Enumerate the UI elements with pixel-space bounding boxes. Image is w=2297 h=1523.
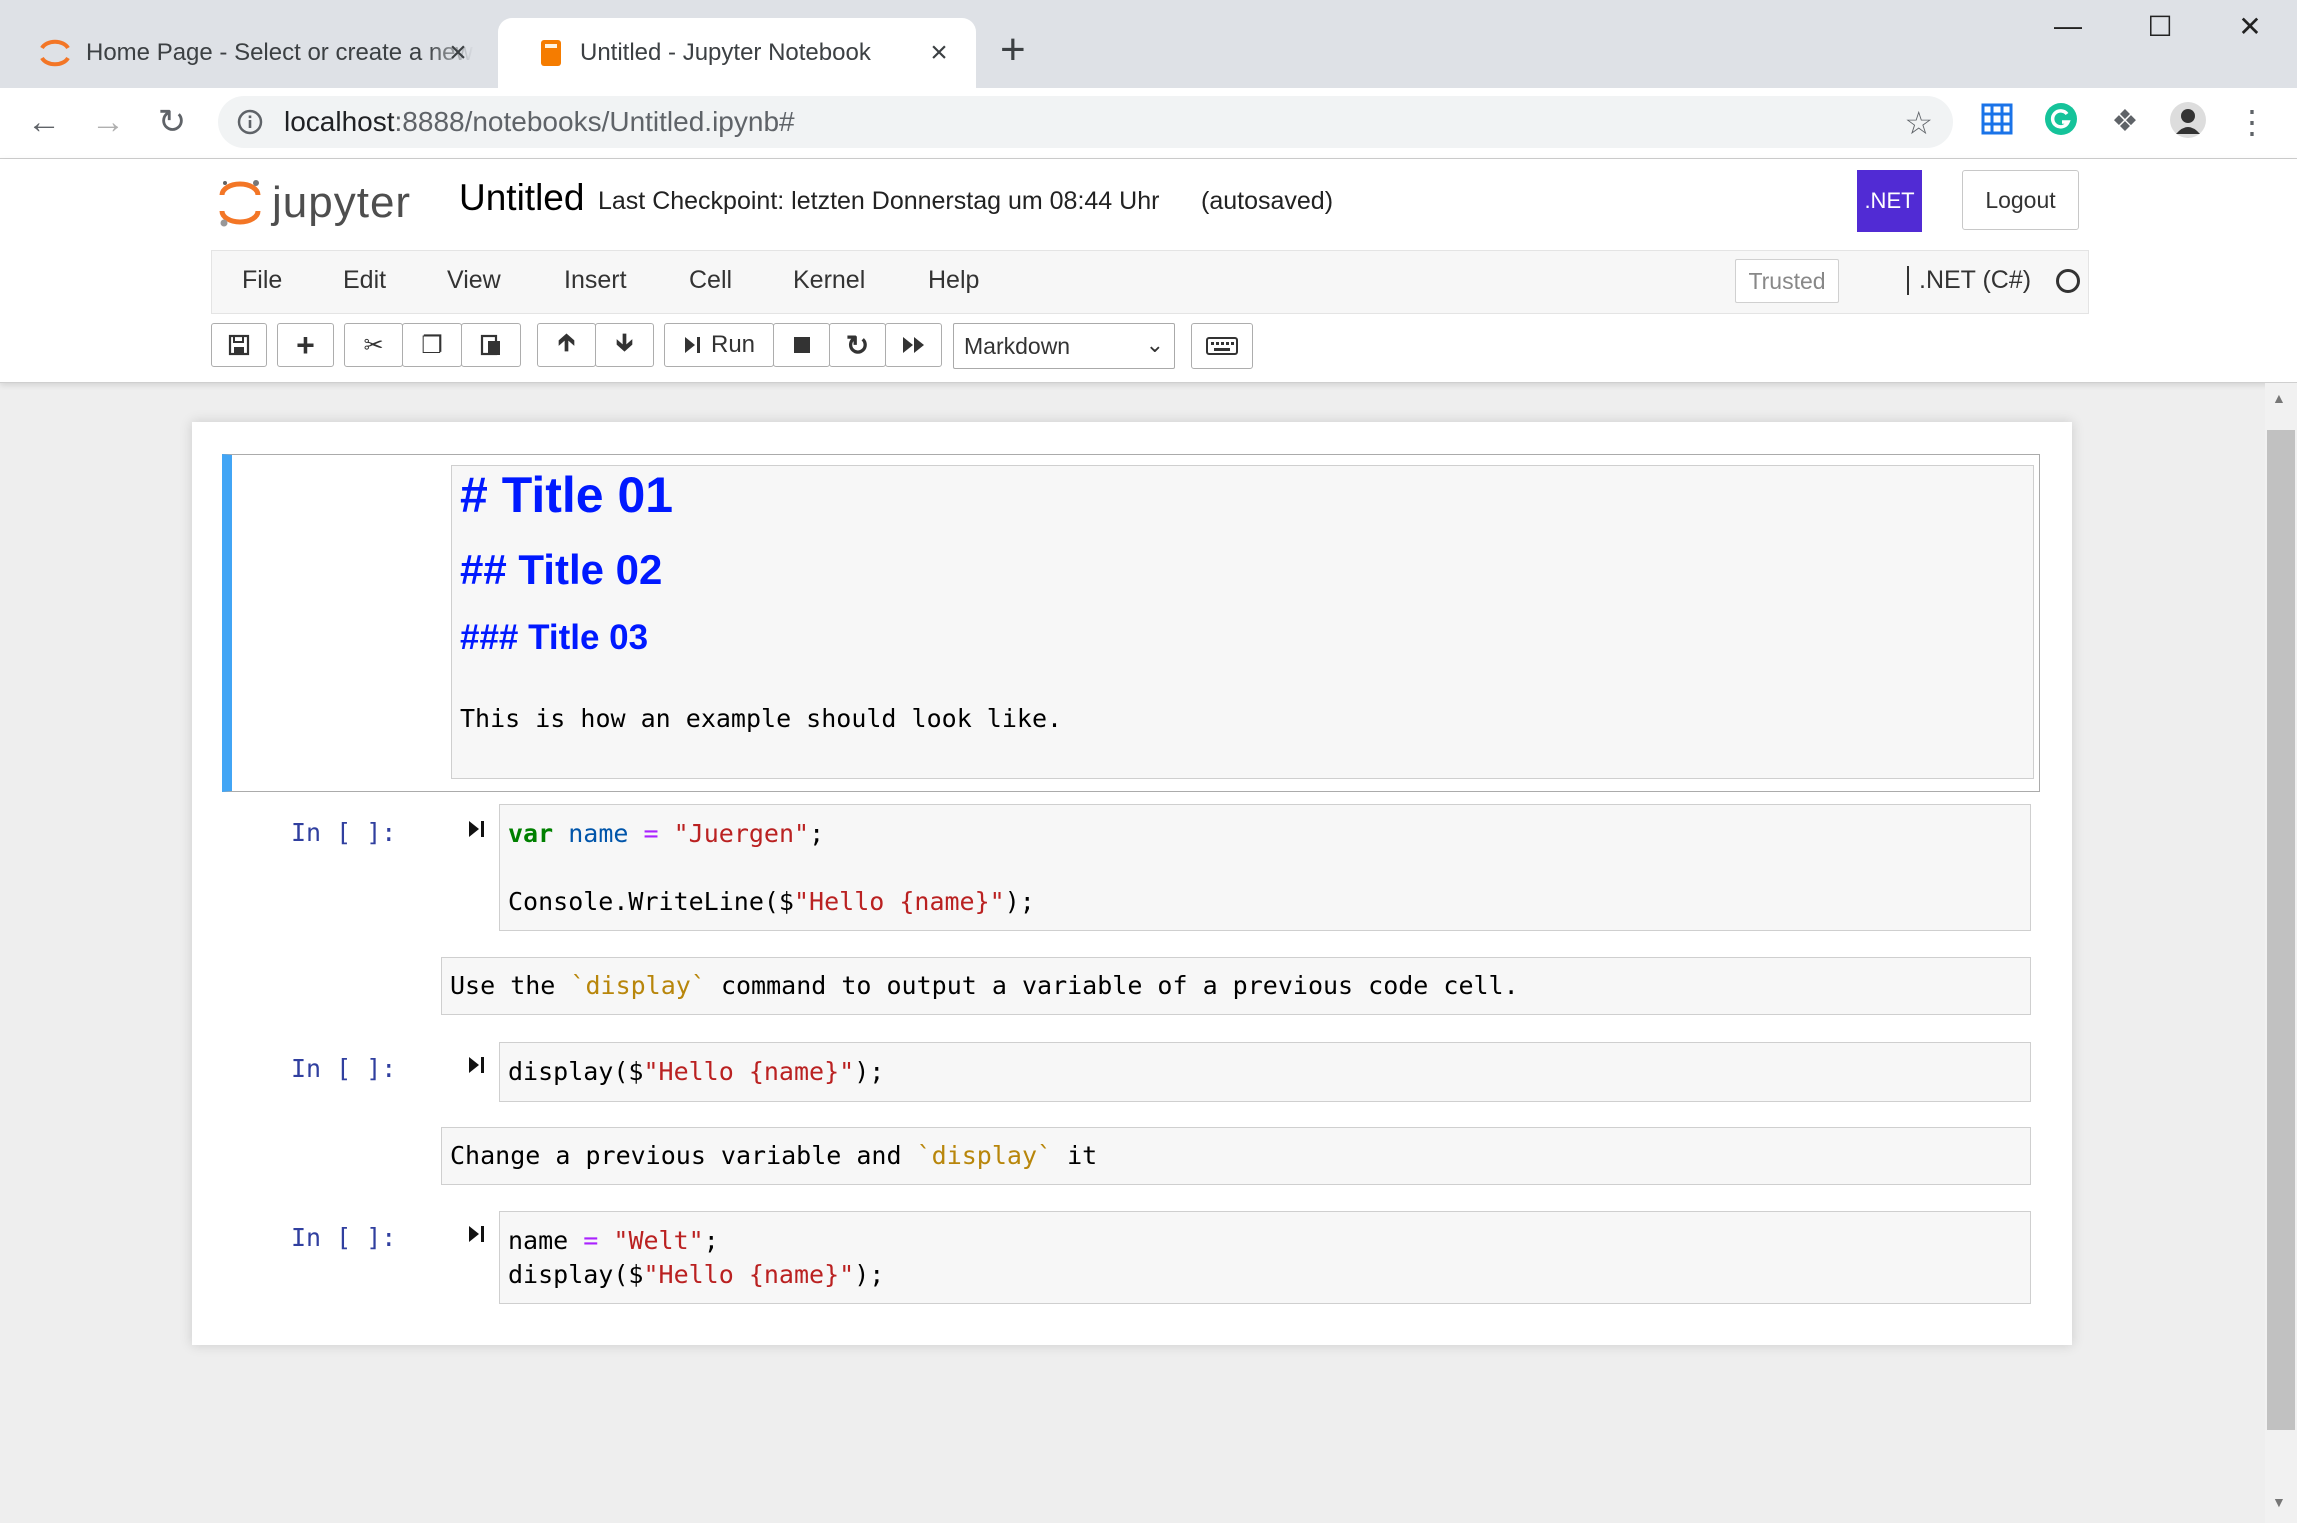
rendered-markdown[interactable]: # Title 01 ## Title 02 ### Title 03 This… [451,465,2034,779]
close-tab-icon[interactable]: × [443,38,473,68]
markdown-cell[interactable]: Use the `display` command to output a va… [441,957,2031,1015]
back-arrow-icon[interactable]: ← [22,102,66,142]
new-tab-button[interactable]: + [1000,28,1026,72]
tab-untitled-notebook[interactable]: Untitled - Jupyter Notebook × [498,18,976,88]
interrupt-stop-icon[interactable] [773,323,830,367]
markdown-paragraph: This is how an example should look like. [460,704,1063,733]
jupyter-logo[interactable]: jupyter [216,173,411,233]
code-line: display($"Hello {name}"); [508,1057,885,1086]
close-tab-icon[interactable]: × [924,38,954,68]
chevron-down-icon: ⌄ [1145,332,1164,357]
run-cell-icon[interactable] [467,818,487,846]
run-step-icon [684,337,700,353]
jupyter-header: jupyter Untitled Last Checkpoint: letzte… [0,159,2297,383]
paste-icon[interactable] [461,323,521,367]
notebook-favicon-icon [541,40,561,66]
menu-kernel[interactable]: Kernel [793,266,865,295]
cut-scissors-icon[interactable]: ✂ [344,323,403,367]
address-bar[interactable]: localhost:8888/notebooks/Untitled.ipynb#… [218,96,1953,148]
heading-3: ### Title 03 [460,618,649,657]
apps-grid-icon[interactable] [1977,102,2017,142]
menu-cell[interactable]: Cell [689,266,732,295]
menu-edit[interactable]: Edit [343,266,386,295]
inline-code: `display` [570,971,706,1000]
code-line: Console.WriteLine($"Hello {name}"); [508,887,1035,916]
code-line: name = "Welt"; [508,1226,719,1255]
browser-toolbar: ← → ↻ localhost:8888/notebooks/Untitled.… [0,88,2297,159]
tab-title: Home Page - Select or create a new noteb… [86,39,474,66]
menu-view[interactable]: View [447,266,501,295]
minimize-window-icon[interactable]: — [2038,10,2098,42]
url-text[interactable]: localhost:8888/notebooks/Untitled.ipynb# [284,106,795,138]
kernel-name[interactable]: .NET (C#) [1907,266,2031,295]
run-label: Run [710,331,756,358]
close-window-icon[interactable]: ✕ [2220,10,2280,43]
scrollbar-thumb[interactable] [2267,430,2295,1430]
browser-menu-icon[interactable]: ⋮ [2232,102,2272,142]
restart-kernel-icon[interactable]: ↻ [829,323,886,367]
tab-home-page[interactable]: Home Page - Select or create a new noteb… [0,18,495,88]
jupyter-favicon-icon [40,39,70,67]
markdown-cell[interactable]: Change a previous variable and `display`… [441,1127,2031,1185]
url-path: :8888/notebooks/Untitled.ipynb# [394,106,795,137]
move-up-arrow-icon[interactable]: 🡱 [537,323,596,367]
menu-file[interactable]: File [242,266,282,295]
site-info-icon[interactable] [236,108,264,136]
code-line: display($"Hello {name}"); [508,1260,885,1289]
run-cell-icon[interactable] [467,1054,487,1082]
autosave-status: (autosaved) [1201,187,1334,215]
bookmark-star-icon[interactable]: ☆ [1904,104,1933,142]
run-button[interactable]: Run [664,323,774,367]
save-icon[interactable] [211,323,267,367]
menu-insert[interactable]: Insert [564,266,627,295]
heading-1: # Title 01 [460,467,674,523]
menu-bar: File Edit View Insert Cell Kernel Help T… [211,250,2089,314]
extensions-puzzle-icon[interactable]: ❖ [2105,102,2145,142]
grammarly-extension-icon[interactable] [2041,102,2081,142]
browser-tab-bar: Home Page - Select or create a new noteb… [0,0,2297,88]
jupyter-logo-text: jupyter [272,178,412,227]
kernel-logo-badge: .NET [1857,170,1922,232]
tab-title: Untitled - Jupyter Notebook [580,39,871,66]
markdown-cell-selected[interactable]: # Title 01 ## Title 02 ### Title 03 This… [222,454,2040,792]
code-editor[interactable]: name = "Welt"; display($"Hello {name}"); [499,1211,2031,1304]
menu-help[interactable]: Help [928,266,979,295]
profile-avatar[interactable] [2168,102,2208,142]
input-prompt: In [ ]: [291,818,397,847]
forward-arrow-icon[interactable]: → [86,102,130,142]
copy-icon[interactable]: ❐ [402,323,462,367]
jupyter-logo-icon [219,180,261,227]
inline-code: `display` [916,1141,1053,1170]
kernel-status-icon [2056,269,2080,293]
heading-2: ## Title 02 [460,546,663,593]
cell-type-select[interactable]: Markdown ⌄ [953,323,1175,369]
url-host: localhost [284,106,395,137]
code-line: var name = "Juergen"; [508,819,825,848]
last-checkpoint: Last Checkpoint: letzten Donnerstag um 0… [598,187,1160,215]
notebook-container: # Title 01 ## Title 02 ### Title 03 This… [192,422,2072,1345]
trusted-indicator[interactable]: Trusted [1735,259,1839,303]
keyboard-shortcuts-icon[interactable] [1191,323,1253,369]
code-editor[interactable]: var name = "Juergen"; Console.WriteLine(… [499,804,2031,931]
reload-icon[interactable]: ↻ [150,102,194,142]
code-editor[interactable]: display($"Hello {name}"); [499,1042,2031,1102]
logout-button[interactable]: Logout [1962,170,2079,230]
fast-forward-icon[interactable] [885,323,942,367]
notebook-name[interactable]: Untitled [459,177,584,219]
scroll-up-arrow-icon[interactable]: ▲ [2272,390,2286,406]
run-cell-icon[interactable] [467,1223,487,1251]
input-prompt: In [ ]: [291,1223,397,1252]
maximize-window-icon[interactable]: ☐ [2130,10,2190,43]
cell-type-value: Markdown [964,332,1071,359]
scroll-down-arrow-icon[interactable]: ▼ [2272,1494,2286,1510]
input-prompt: In [ ]: [291,1054,397,1083]
insert-cell-plus-icon[interactable]: + [277,323,334,367]
move-down-arrow-icon[interactable]: 🡳 [595,323,654,367]
